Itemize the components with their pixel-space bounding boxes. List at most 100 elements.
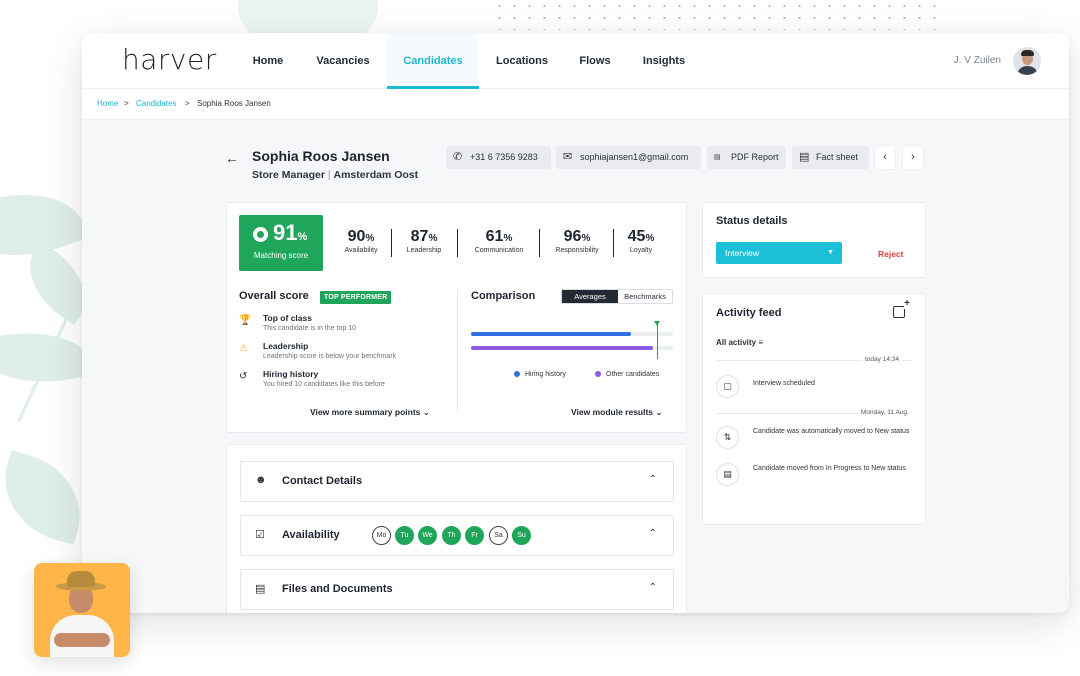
metric-label: Leadership (406, 247, 442, 254)
metric-label: Availability (344, 247, 378, 254)
plant-leaf (0, 450, 94, 545)
nav-vacancies[interactable]: Vacancies (307, 33, 379, 89)
metric-label: Communication (474, 247, 524, 254)
metric-value: 61 (485, 228, 504, 245)
pdf-report-label: PDF Report (731, 152, 779, 162)
reject-button[interactable]: Reject (878, 249, 904, 259)
view-more-summary-link[interactable]: View more summary points ⌄ (310, 407, 430, 418)
metric-communication: 61% Communication (465, 228, 533, 254)
metric-label: Responsibility (555, 247, 599, 254)
chevron-up-icon[interactable]: ⌃ (649, 582, 657, 593)
view-module-results-link[interactable]: View module results ⌄ (571, 407, 663, 418)
day-tu: Tu (395, 526, 414, 545)
avatar-hair (1021, 50, 1034, 56)
pdf-icon: ▤ (714, 154, 721, 161)
phone-icon: ✆ (453, 151, 463, 163)
comparison-toggle: Averages Benchmarks (561, 289, 673, 304)
summary-point-title: Top of class (263, 313, 312, 323)
app-window: harver Home Vacancies Candidates Locatio… (82, 33, 1069, 613)
metric-divider (613, 229, 614, 257)
chevron-up-icon[interactable]: ⌃ (649, 528, 657, 539)
mail-icon: ✉ (563, 151, 573, 163)
status-select[interactable]: Interview ▼ (716, 242, 842, 264)
back-arrow-icon[interactable]: ← (225, 150, 239, 166)
fact-sheet-icon: ▤ (799, 151, 810, 163)
user-avatar[interactable] (1013, 47, 1041, 75)
add-note-icon[interactable] (893, 299, 910, 318)
previous-candidate-button[interactable]: ‹ (875, 146, 895, 169)
activity-date: today 14:34 (862, 356, 902, 363)
activity-filter[interactable]: All activity ≡ (716, 338, 763, 347)
nav-home[interactable]: Home (242, 33, 294, 89)
score-card: 91% Matching score 90% Availability 87% … (226, 202, 687, 433)
breadcrumb-separator: > (124, 99, 129, 108)
view-more-summary-label: View more summary points (310, 407, 421, 417)
note-icon: ▢ (716, 375, 739, 398)
contact-details-section[interactable]: ☻ Contact Details ⌃ (240, 461, 674, 502)
nav-insights[interactable]: Insights (634, 33, 694, 89)
metric-loyalty: 45% Loyalty (619, 228, 663, 254)
chevron-up-icon[interactable]: ⌃ (649, 474, 657, 485)
matching-score-box: 91% Matching score (239, 215, 323, 271)
auto-move-icon: ⇅ (716, 426, 739, 449)
summary-point-desc: Leadership score is below your benchmark (263, 353, 397, 360)
phone-button[interactable]: ✆ +31 6 7356 9283 (446, 146, 551, 169)
metric-availability: 90% Availability (337, 228, 385, 254)
pdf-report-button[interactable]: ▤ PDF Report (707, 146, 786, 169)
other-candidates-bar-fill (471, 346, 653, 350)
hiring-history-bar (471, 332, 673, 336)
medal-icon (253, 227, 268, 242)
fact-sheet-button[interactable]: ▤ Fact sheet (792, 146, 869, 169)
details-sections-card: ☻ Contact Details ⌃ ☑ Availability Mo Tu… (226, 444, 687, 613)
plant-leaf (0, 320, 94, 395)
summary-point-title: Leadership (263, 341, 309, 351)
next-candidate-button[interactable]: › (903, 146, 923, 169)
day-sa: Sa (489, 526, 508, 545)
metric-value: 45 (627, 228, 646, 245)
percent-unit: % (365, 233, 375, 244)
user-name[interactable]: J. V Zuilen (954, 55, 1001, 66)
breadcrumb-candidates[interactable]: Candidates (136, 99, 176, 108)
overall-score-title: Overall score (239, 290, 309, 302)
legend-label: Other candidates (606, 371, 660, 378)
availability-section[interactable]: ☑ Availability Mo Tu We Th Fr Sa Su ⌃ (240, 515, 674, 556)
files-documents-section[interactable]: ▤ Files and Documents ⌃ (240, 569, 674, 610)
averages-tab[interactable]: Averages (562, 290, 618, 303)
nav-flows[interactable]: Flows (570, 33, 620, 89)
metric-divider (457, 229, 458, 257)
status-details-title: Status details (716, 215, 788, 227)
breadcrumb-separator: > (185, 99, 190, 108)
legend-dot-blue (514, 371, 520, 377)
metric-responsibility: 96% Responsibility (545, 228, 609, 254)
email-button[interactable]: ✉ sophiajansen1@gmail.com (556, 146, 701, 169)
benchmarks-tab[interactable]: Benchmarks (618, 290, 672, 303)
percent-unit: % (297, 231, 308, 243)
day-we: We (418, 526, 437, 545)
activity-item-text: Candidate was automatically moved to New… (753, 428, 910, 435)
column-divider (457, 289, 458, 413)
metric-value: 87 (410, 228, 429, 245)
harver-logo[interactable]: harver (122, 43, 217, 76)
status-value: Interview (725, 248, 760, 258)
fact-sheet-label: Fact sheet (816, 152, 859, 162)
candidate-name: Sophia Roos Jansen (252, 148, 390, 164)
candidate-location: Amsterdam Oost (333, 169, 419, 181)
metric-label: Loyalty (629, 247, 653, 254)
other-candidates-bar (471, 346, 673, 350)
phone-number: +31 6 7356 9283 (470, 152, 538, 162)
document-icon: ▤ (716, 463, 739, 486)
email-address: sophiajansen1@gmail.com (580, 152, 689, 162)
activity-item-text: Interview scheduled (753, 380, 815, 387)
filter-icon: ≡ (758, 338, 763, 347)
matching-score-value: 91% (273, 220, 307, 246)
candidate-job-title: Store Manager (252, 169, 325, 181)
percent-unit: % (428, 233, 438, 244)
breadcrumb-home[interactable]: Home (97, 99, 118, 108)
activity-feed-title: Activity feed (716, 307, 782, 319)
percent-unit: % (503, 233, 513, 244)
nav-candidates[interactable]: Candidates (387, 33, 479, 89)
trophy-icon: 🏆 (239, 315, 252, 326)
metric-divider (391, 229, 392, 257)
nav-locations[interactable]: Locations (487, 33, 557, 89)
top-navigation: harver Home Vacancies Candidates Locatio… (82, 33, 1069, 89)
